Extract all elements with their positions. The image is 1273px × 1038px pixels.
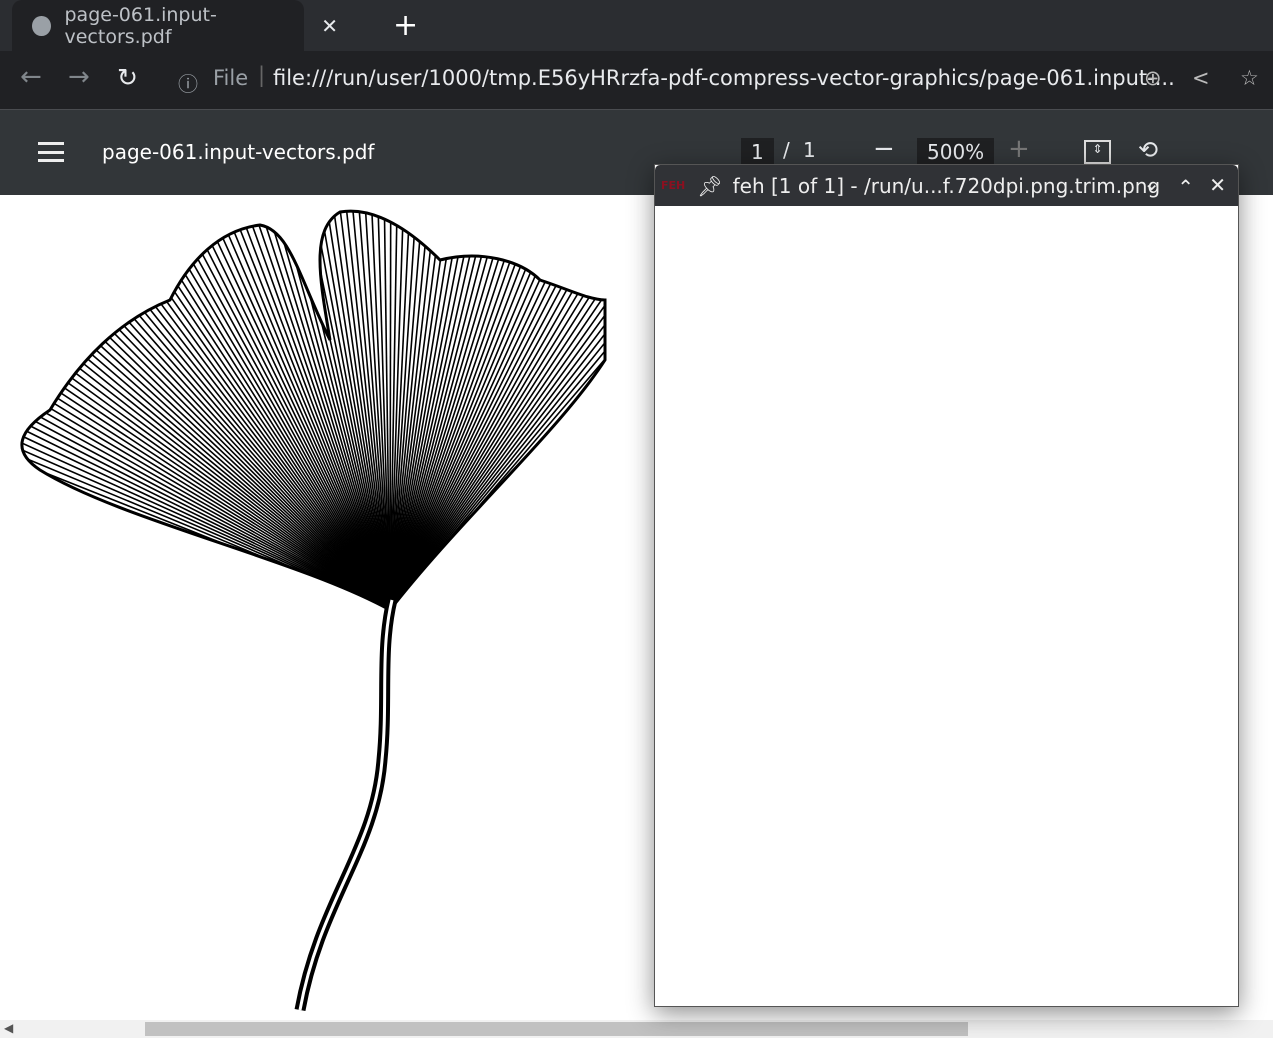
scroll-left-arrow[interactable]: ◀ [4, 1021, 13, 1035]
zoom-out-button[interactable]: − [873, 134, 895, 164]
back-icon[interactable]: ← [20, 62, 42, 92]
reload-icon[interactable]: ↻ [117, 63, 138, 92]
pdf-title: page-061.input-vectors.pdf [102, 140, 375, 164]
url-divider: | [258, 63, 266, 87]
close-window-icon[interactable]: ✕ [1209, 173, 1226, 197]
close-tab-icon[interactable]: ✕ [321, 14, 338, 38]
tab-title: page-061.input-vectors.pdf [64, 3, 217, 48]
feh-logo: FEH [661, 179, 686, 192]
scrollbar-thumb[interactable] [145, 1022, 968, 1036]
globe-icon [32, 15, 51, 36]
info-icon[interactable]: ⓘ [178, 68, 198, 97]
share-icon[interactable]: < [1192, 66, 1210, 90]
page-number-input[interactable]: 1 [741, 138, 774, 166]
new-tab-button[interactable]: + [393, 8, 418, 43]
address-bar: ← → ↻ ⓘ File | file:///run/user/1000/tmp… [0, 51, 1273, 110]
zoom-in-button[interactable]: + [1008, 134, 1030, 164]
zoom-icon[interactable]: ⊕ [1144, 66, 1162, 90]
fit-page-icon[interactable]: ⇕ [1084, 140, 1111, 164]
url-scheme-label: File [213, 66, 249, 90]
bookmark-star-icon[interactable]: ☆ [1240, 66, 1259, 90]
feh-titlebar[interactable]: FEH 📌︎ feh [1 of 1] - /run/u...f.720dpi.… [655, 165, 1238, 206]
page-separator: / [783, 138, 790, 162]
feh-window-title: feh [1 of 1] - /run/u...f.720dpi.png.tri… [732, 173, 1161, 198]
rotate-icon[interactable]: ⟲ [1138, 136, 1158, 164]
maximize-icon[interactable]: ⌃ [1177, 175, 1194, 199]
forward-icon[interactable]: → [68, 62, 90, 92]
menu-icon[interactable] [38, 142, 64, 162]
horizontal-scrollbar[interactable]: ◀ [0, 1020, 1273, 1038]
tab-bar: page-061.input-vectors.pdf ✕ + [0, 0, 1273, 51]
url-input[interactable]: file:///run/user/1000/tmp.E56yHRrzfa-pdf… [273, 66, 1175, 90]
feh-image [655, 206, 1238, 1006]
page-total: 1 [803, 138, 816, 162]
pin-icon[interactable]: 📌︎ [697, 174, 722, 198]
browser-tab[interactable]: page-061.input-vectors.pdf ✕ [12, 0, 338, 51]
feh-window: FEH 📌︎ feh [1 of 1] - /run/u...f.720dpi.… [654, 164, 1239, 1007]
zoom-level-input[interactable]: 500% [917, 138, 995, 166]
minimize-icon[interactable]: ⌄ [1143, 171, 1160, 195]
